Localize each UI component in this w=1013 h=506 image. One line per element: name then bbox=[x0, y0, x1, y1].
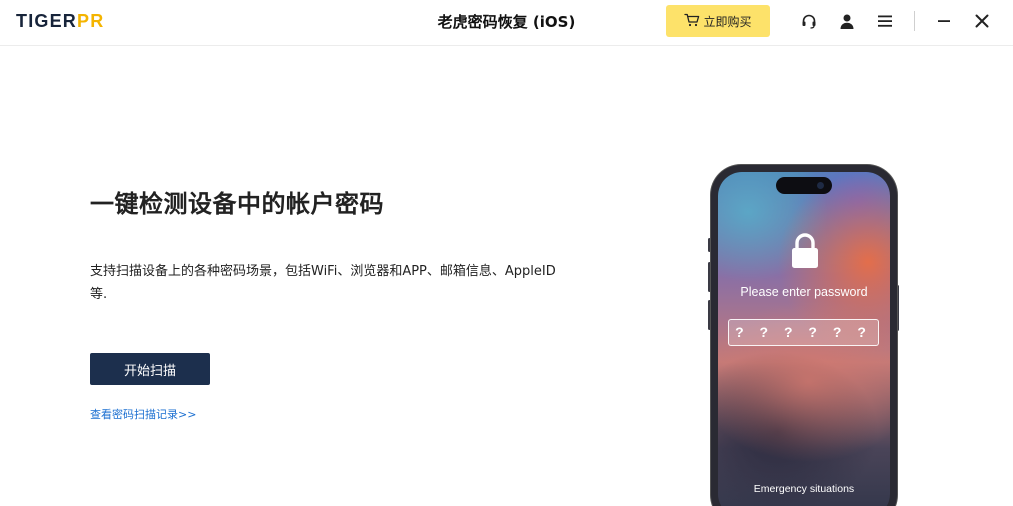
emergency-text: Emergency situations bbox=[753, 483, 855, 495]
scan-history-link[interactable]: 查看密码扫描记录>> bbox=[90, 406, 196, 422]
phone-screen: Please enter password ? ? ? ? ? ? Emerge… bbox=[718, 172, 890, 506]
title-bar-divider bbox=[914, 11, 915, 31]
cart-icon bbox=[684, 13, 700, 30]
buy-now-label: 立即购买 bbox=[703, 14, 752, 29]
title-bar: TIGERPR 老虎密码恢复 (iOS) 立即购买 bbox=[0, 0, 1013, 46]
logo-accent-text: PR bbox=[77, 11, 105, 31]
page-headline: 一键检测设备中的帐户密码 bbox=[90, 190, 384, 218]
lock-icon bbox=[790, 232, 820, 270]
camera-icon bbox=[817, 182, 824, 189]
start-scan-button[interactable]: 开始扫描 bbox=[90, 353, 210, 385]
buy-now-button[interactable]: 立即购买 bbox=[666, 5, 770, 37]
phone-frame: Please enter password ? ? ? ? ? ? Emerge… bbox=[711, 165, 897, 506]
password-field: ? ? ? ? ? ? bbox=[728, 319, 879, 346]
app-title: 老虎密码恢复 (iOS) bbox=[437, 13, 576, 31]
dynamic-island bbox=[776, 177, 832, 194]
logo-main-text: TIGER bbox=[16, 11, 78, 31]
password-prompt: Please enter password bbox=[740, 285, 868, 299]
close-icon[interactable] bbox=[970, 9, 994, 33]
feature-description: 支持扫描设备上的各种密码场景，包括WiFi、浏览器和APP、邮箱信息、Apple… bbox=[90, 264, 556, 302]
menu-icon[interactable] bbox=[873, 9, 897, 33]
app-logo: TIGERPR bbox=[16, 11, 104, 32]
minimize-icon[interactable] bbox=[932, 9, 956, 33]
headset-icon[interactable] bbox=[797, 9, 821, 33]
user-icon[interactable] bbox=[835, 9, 859, 33]
